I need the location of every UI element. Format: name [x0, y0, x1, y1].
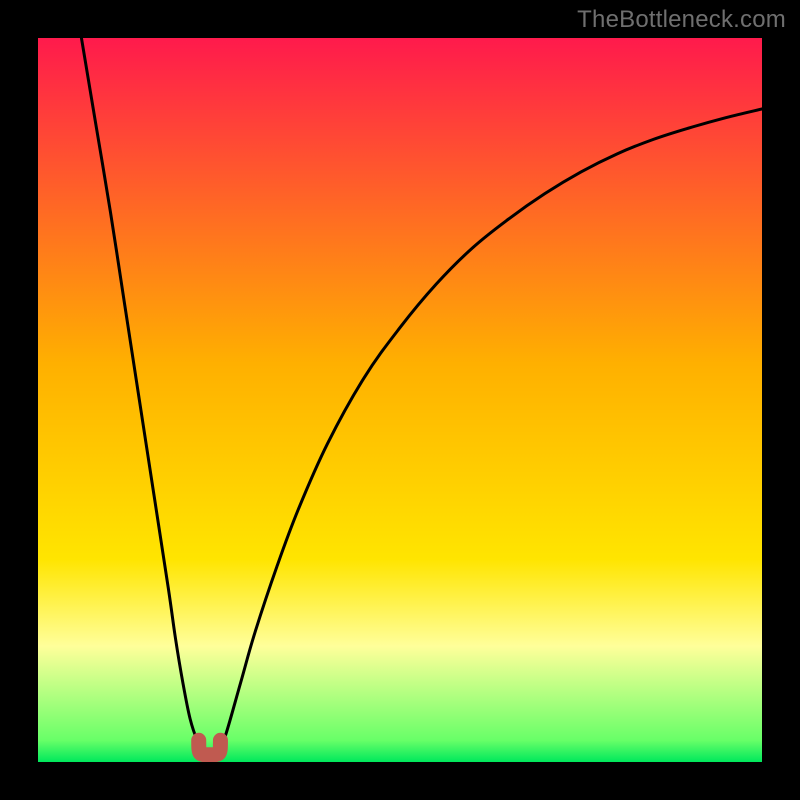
app-frame: TheBottleneck.com	[0, 0, 800, 800]
bottleneck-chart	[38, 38, 762, 762]
gradient-background	[38, 38, 762, 762]
watermark-label: TheBottleneck.com	[577, 6, 786, 34]
